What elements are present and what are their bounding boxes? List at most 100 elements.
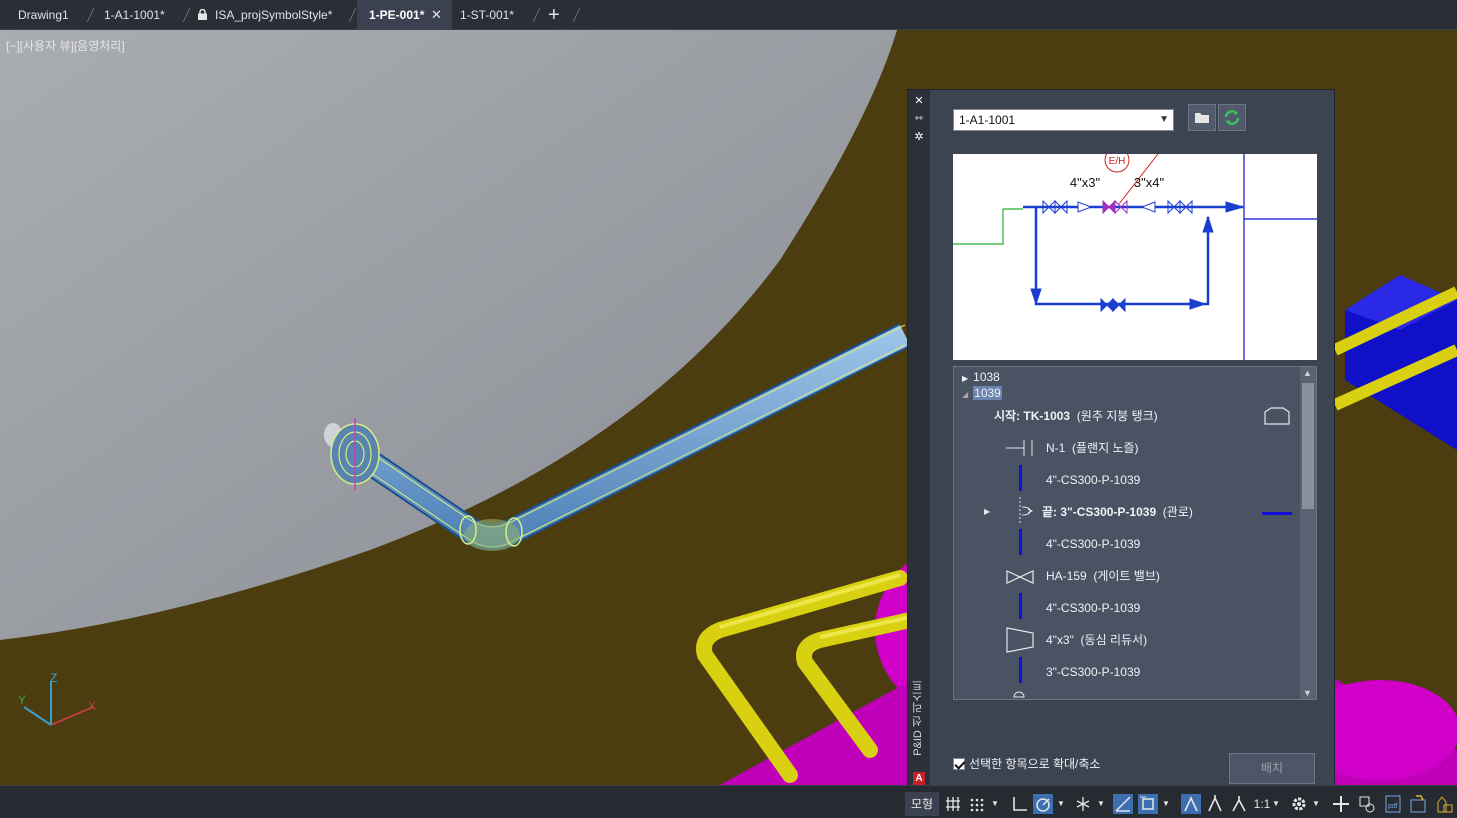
- grid-icon[interactable]: [943, 794, 963, 814]
- refresh-icon: [1224, 110, 1240, 125]
- checkbox-checked-icon[interactable]: [953, 758, 965, 770]
- caret-right-icon[interactable]: ▶: [962, 374, 968, 383]
- tree-item-end-pipe[interactable]: 끝: 3"-CS300-P-1039 (관로): [1042, 502, 1193, 522]
- pid-line-list-palette: ✕ ⇿ ✲ P&ID 선 리스트 A 1-A1-1001 ▼ E/H 4"x3"…: [907, 89, 1335, 787]
- tree-item-start-tank[interactable]: 시작: TK-1003 (원추 지붕 탱크): [994, 406, 1158, 426]
- svg-text:pdf: pdf: [1388, 803, 1398, 810]
- start-tag: TK-1003: [1023, 409, 1071, 423]
- viewport-controls-label[interactable]: [−][사용자 뷰][음영처리]: [6, 37, 125, 54]
- tab-separator: [532, 8, 541, 22]
- palette-title-strip[interactable]: ✕ ⇿ ✲ P&ID 선 리스트 A: [908, 90, 930, 787]
- chevron-down-icon[interactable]: ▼: [990, 792, 1000, 816]
- annotation-scale-value[interactable]: 1:1: [1253, 792, 1271, 816]
- tree-item-line-segment[interactable]: 3"-CS300-P-1039: [1046, 662, 1140, 682]
- drawing-select-value: 1-A1-1001: [959, 113, 1016, 127]
- tree-item-line-segment[interactable]: 4"-CS300-P-1039: [1046, 598, 1140, 618]
- tab-1-pe-001[interactable]: 1-PE-001* ✕: [357, 0, 452, 30]
- end-prefix: 끝:: [1042, 505, 1061, 519]
- preview-tag-eh: E/H: [1109, 156, 1126, 167]
- tree-item-line-segment[interactable]: 4"-CS300-P-1039: [1046, 470, 1140, 490]
- svg-text:Z: Z: [50, 671, 57, 685]
- pdf-icon[interactable]: pdf: [1383, 794, 1403, 814]
- tank-icon: [1264, 407, 1290, 425]
- auto-scale-icon[interactable]: [1205, 794, 1225, 814]
- tab-isa-proj-symbol-style[interactable]: ISA_projSymbolStyle*: [198, 0, 332, 30]
- lock-icon: [198, 1, 207, 20]
- status-bar: 모형 ▼ ▼ ▼ ▼ 1:1 ▼ ▼ pdf: [0, 785, 1457, 818]
- instrument-icon: [1012, 687, 1026, 699]
- chevron-down-icon[interactable]: ▼: [1271, 792, 1281, 816]
- caret-expanded-icon[interactable]: ◢: [962, 390, 968, 399]
- chevron-down-icon[interactable]: ▼: [1056, 792, 1066, 816]
- autohide-icon[interactable]: ⇿: [912, 112, 926, 126]
- tree-item-reducer[interactable]: 4"x3" (동심 리듀서): [1046, 630, 1147, 650]
- object-snap-icon[interactable]: [1138, 794, 1158, 814]
- tree-item-label: HA-159 (게이트 밸브): [1046, 569, 1160, 583]
- snap-icon[interactable]: [967, 794, 987, 814]
- pid-preview[interactable]: E/H 4"x3" 3"x4": [953, 154, 1317, 360]
- gate-valve-icon: [1006, 569, 1034, 585]
- model-space-button[interactable]: 모형: [905, 792, 939, 816]
- ucs-icon: Z Y X: [18, 671, 96, 726]
- line-segment-icon: [1019, 465, 1022, 491]
- zoom-to-selection-checkbox[interactable]: 선택한 항목으로 확대/축소: [953, 755, 1100, 772]
- scroll-thumb[interactable]: [1302, 383, 1314, 509]
- close-icon[interactable]: ✕: [912, 94, 926, 108]
- object-snap-tracking-icon[interactable]: [1113, 794, 1133, 814]
- tab-1-a1-1001[interactable]: 1-A1-1001*: [104, 0, 165, 30]
- line-segment-icon: [1019, 593, 1022, 619]
- tree-node-1039[interactable]: ◢ 1039: [962, 383, 1002, 403]
- tab-drawing1[interactable]: Drawing1: [18, 0, 69, 30]
- folder-icon: [1195, 113, 1209, 123]
- tree-node-label: 1039: [973, 386, 1002, 400]
- scroll-down-icon[interactable]: ▼: [1303, 688, 1312, 698]
- gear-icon[interactable]: [1289, 794, 1309, 814]
- new-tab-button[interactable]: +: [548, 0, 560, 30]
- palette-title: P&ID 선 리스트: [912, 680, 924, 756]
- isodraft-icon[interactable]: [1073, 794, 1093, 814]
- tree-item-line-segment[interactable]: 4"-CS300-P-1039: [1046, 534, 1140, 554]
- chevron-down-icon[interactable]: ▼: [1096, 792, 1106, 816]
- flanged-nozzle-icon: [1006, 439, 1036, 457]
- status-bar-tools: 모형 ▼ ▼ ▼ ▼ 1:1 ▼ ▼ pdf: [905, 792, 1457, 816]
- preview-reducer-label-right: 3"x4": [1134, 175, 1165, 190]
- svg-text:Y: Y: [18, 693, 26, 707]
- tab-label: 1-PE-001*: [369, 8, 425, 22]
- drawing-status-icon[interactable]: [1408, 794, 1428, 814]
- place-button[interactable]: 배치: [1229, 753, 1315, 784]
- ortho-icon[interactable]: [1009, 794, 1029, 814]
- scroll-up-icon[interactable]: ▲: [1303, 368, 1312, 378]
- isolate-objects-icon[interactable]: [1357, 794, 1377, 814]
- close-icon[interactable]: ✕: [431, 0, 442, 30]
- plus-icon[interactable]: [1331, 794, 1351, 814]
- zoom-checkbox-label: 선택한 항목으로 확대/축소: [969, 757, 1101, 771]
- annotation-scale-icon[interactable]: [1229, 794, 1249, 814]
- start-prefix: 시작:: [994, 409, 1024, 423]
- end-desc: (관로): [1156, 505, 1193, 519]
- open-folder-button[interactable]: [1188, 104, 1216, 131]
- line-list-tree[interactable]: ▶ 1038 ◢ 1039 시작: TK-1003 (원추 지붕 탱크) N-1 (…: [953, 366, 1317, 700]
- drawing-select[interactable]: 1-A1-1001 ▼: [953, 109, 1174, 131]
- reducer-icon: [1006, 627, 1034, 653]
- svg-text:X: X: [88, 699, 96, 713]
- refresh-button[interactable]: [1218, 104, 1246, 131]
- tree-scrollbar[interactable]: ▲ ▼: [1300, 367, 1316, 699]
- annotation-visibility-icon[interactable]: [1181, 794, 1201, 814]
- tree-item-gate-valve[interactable]: HA-159 (게이트 밸브): [1046, 566, 1160, 586]
- caret-right-icon[interactable]: ▶: [984, 502, 990, 522]
- start-desc: (원추 지붕 탱크): [1070, 409, 1158, 423]
- tree-item-label: 4"-CS300-P-1039: [1046, 537, 1141, 551]
- tank-shape: [0, 30, 897, 640]
- document-tab-bar: Drawing1 1-A1-1001* ISA_projSymbolStyle*…: [0, 0, 1457, 30]
- tree-item-label: N-1 (플랜지 노즐): [1046, 441, 1139, 455]
- tree-item-nozzle[interactable]: N-1 (플랜지 노즐): [1046, 438, 1139, 458]
- properties-icon[interactable]: ✲: [912, 130, 926, 144]
- tab-1-st-001[interactable]: 1-ST-001*: [460, 0, 514, 30]
- tab-separator: [86, 8, 95, 22]
- tree-item-label: 3"-CS300-P-1039: [1046, 665, 1141, 679]
- chevron-down-icon[interactable]: ▼: [1311, 792, 1321, 816]
- chevron-down-icon[interactable]: ▼: [1161, 792, 1171, 816]
- preview-reducer-label-left: 4"x3": [1070, 175, 1101, 190]
- customization-icon[interactable]: [1434, 794, 1454, 814]
- polar-tracking-icon[interactable]: [1033, 794, 1053, 814]
